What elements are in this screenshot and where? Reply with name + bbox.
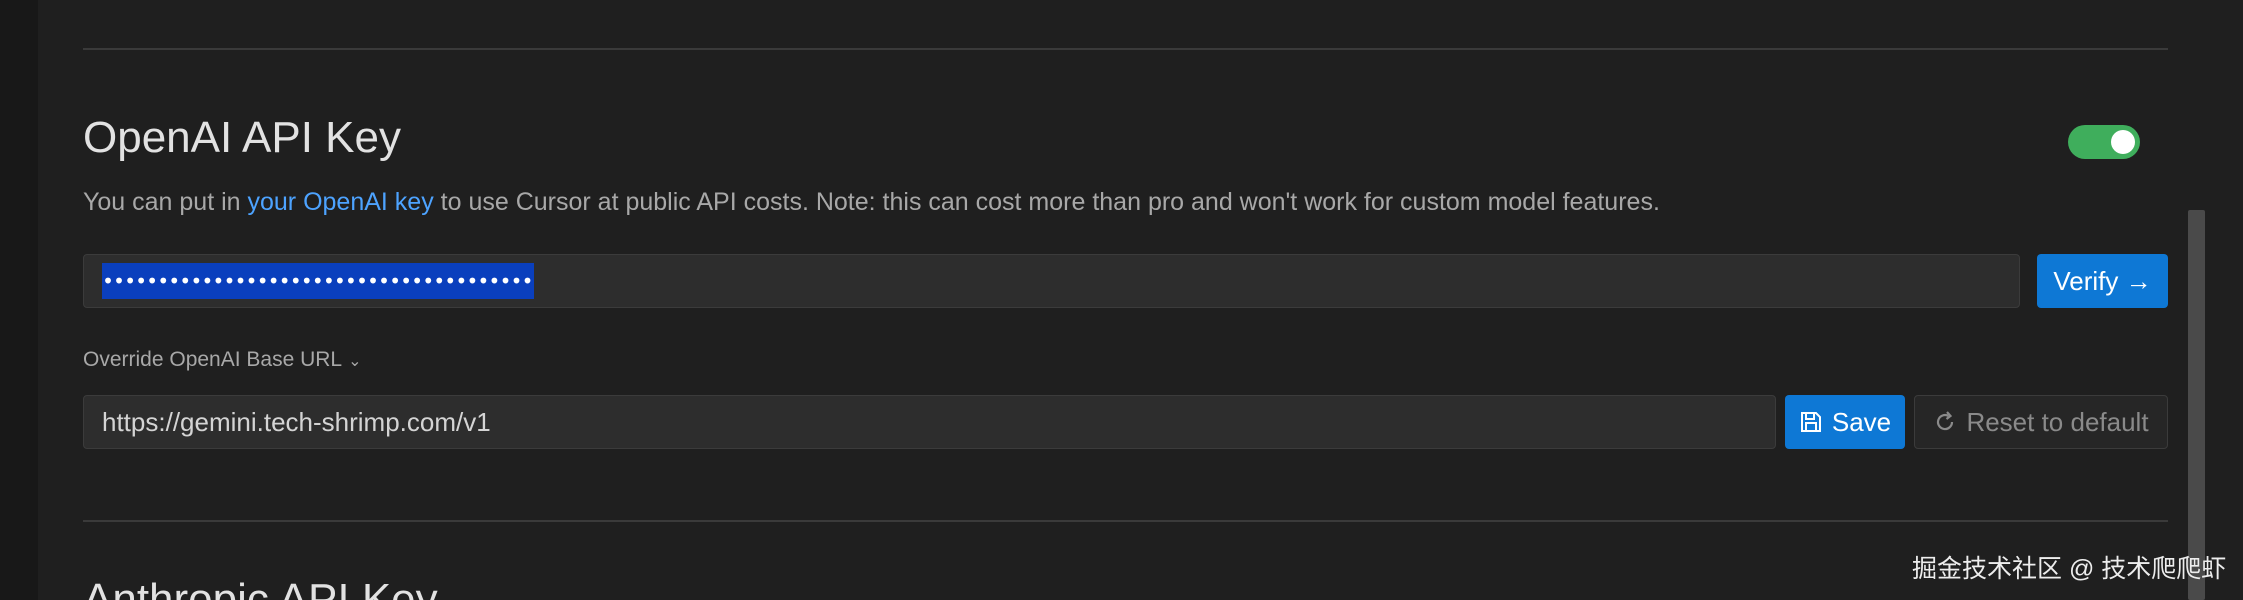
description-text-before: You can put in <box>83 188 248 216</box>
api-key-input[interactable]: ••••••••••••••••••••••••••••••••••••••••… <box>83 254 2020 308</box>
openai-key-toggle[interactable] <box>2068 125 2140 159</box>
save-button[interactable]: Save <box>1785 395 1905 449</box>
section-title: OpenAI API Key <box>83 113 401 162</box>
toggle-switch-icon <box>2111 130 2135 154</box>
watermark: 掘金技术社区 @ 技术爬爬虾 <box>1912 555 2227 583</box>
reset-to-default-button[interactable]: Reset to default <box>1914 395 2168 449</box>
next-section-title: Anthropic API Key <box>83 575 438 600</box>
section-description: You can put in your OpenAI key to use Cu… <box>83 188 1660 217</box>
refresh-icon <box>1933 410 1957 434</box>
base-url-value: https://gemini.tech-shrimp.com/v1 <box>102 407 491 437</box>
save-button-label: Save <box>1831 406 1892 437</box>
verify-button[interactable]: Verify → <box>2037 254 2168 308</box>
openai-key-link[interactable]: your OpenAI key <box>248 188 434 216</box>
scrollbar-thumb[interactable] <box>2188 210 2205 600</box>
floppy-disk-icon <box>1799 410 1823 434</box>
override-base-url-toggle[interactable]: Override OpenAI Base URL ⌄ <box>83 348 362 372</box>
verify-button-label: Verify → <box>2053 265 2152 296</box>
description-text-after: to use Cursor at public API costs. Note:… <box>433 188 1660 216</box>
base-url-input[interactable]: https://gemini.tech-shrimp.com/v1 <box>83 395 1776 449</box>
chevron-down-icon: ⌄ <box>348 353 362 370</box>
left-panel-edge <box>0 0 38 600</box>
settings-page: OpenAI API Key You can put in your OpenA… <box>0 0 2243 600</box>
bottom-divider <box>83 520 2168 522</box>
masked-api-key: ••••••••••••••••••••••••••••••••••••••••… <box>102 263 534 299</box>
reset-button-label: Reset to default <box>1966 406 2149 437</box>
top-divider <box>83 48 2168 50</box>
override-base-url-label: Override OpenAI Base URL <box>83 348 343 371</box>
